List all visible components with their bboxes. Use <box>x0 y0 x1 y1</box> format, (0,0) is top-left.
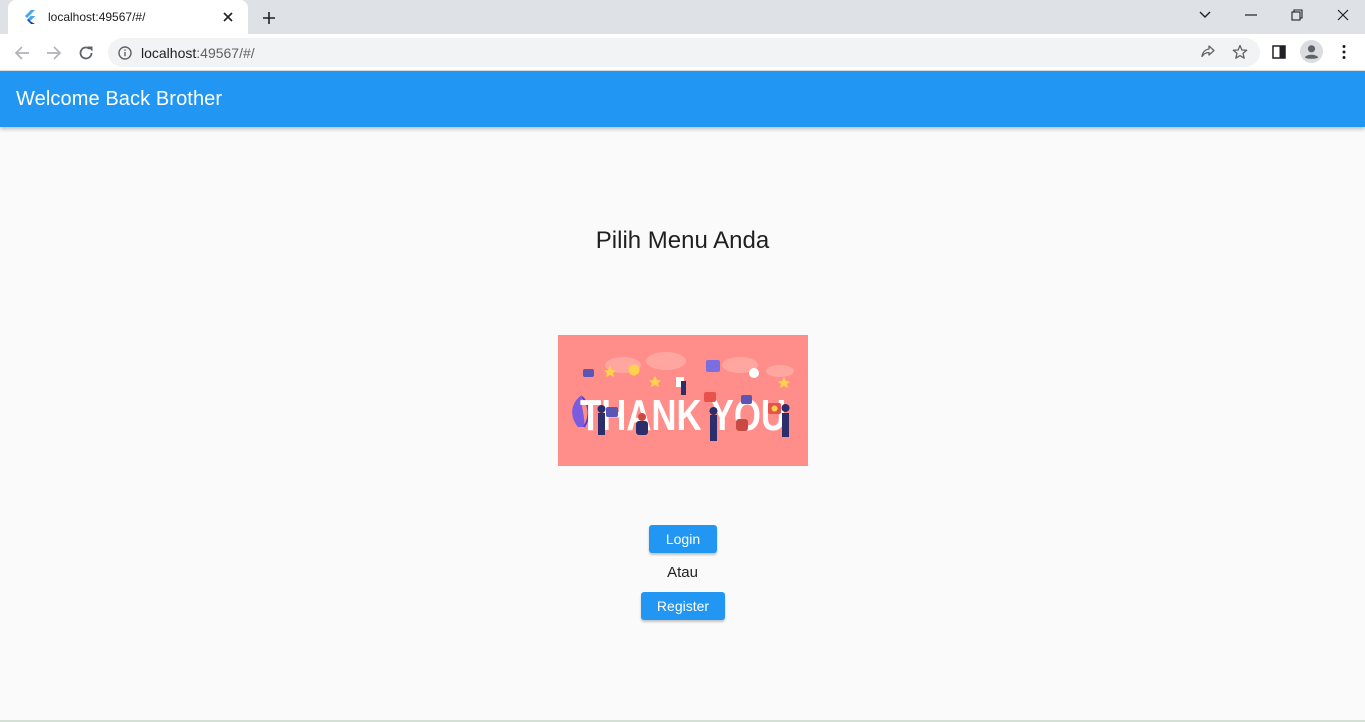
url-host: localhost <box>141 44 197 61</box>
close-window-icon[interactable] <box>1330 4 1356 26</box>
login-button[interactable]: Login <box>649 525 717 553</box>
reload-icon[interactable] <box>73 40 99 66</box>
bookmark-star-icon[interactable] <box>1228 40 1252 64</box>
new-tab-plus-icon[interactable] <box>258 7 280 29</box>
tab-strip: localhost:49567/#/ <box>0 0 1365 34</box>
main-content: Pilih Menu Anda THANK YOU Login Atau Reg… <box>0 127 1365 722</box>
app-title: Welcome Back Brother <box>16 87 223 110</box>
share-icon[interactable] <box>1196 40 1220 64</box>
browser-tab[interactable]: localhost:49567/#/ <box>8 0 248 34</box>
register-button[interactable]: Register <box>641 592 725 620</box>
restore-icon[interactable] <box>1284 4 1310 26</box>
separator-label: Atau <box>667 564 698 581</box>
side-panel-icon[interactable] <box>1267 40 1291 64</box>
tab-title: localhost:49567/#/ <box>48 10 146 24</box>
url-text: localhost:49567/#/ <box>141 45 255 61</box>
back-arrow-icon[interactable] <box>9 40 35 66</box>
kebab-menu-icon[interactable] <box>1332 40 1356 64</box>
minimize-icon[interactable] <box>1238 4 1264 26</box>
tab-search-chevron-down-icon[interactable] <box>1192 4 1218 26</box>
forward-arrow-icon[interactable] <box>41 40 67 66</box>
thank-you-banner-image: THANK YOU <box>558 335 808 466</box>
address-bar[interactable]: localhost:49567/#/ <box>108 38 1260 67</box>
page-heading: Pilih Menu Anda <box>595 227 770 254</box>
url-path: :49567/#/ <box>196 44 255 61</box>
browser-toolbar: localhost:49567/#/ <box>0 34 1365 71</box>
app-bar: Welcome Back Brother <box>0 71 1365 127</box>
flutter-favicon-icon <box>22 9 38 25</box>
profile-avatar-icon[interactable] <box>1300 40 1323 63</box>
site-info-icon[interactable] <box>118 45 132 60</box>
close-tab-icon[interactable] <box>218 7 238 27</box>
